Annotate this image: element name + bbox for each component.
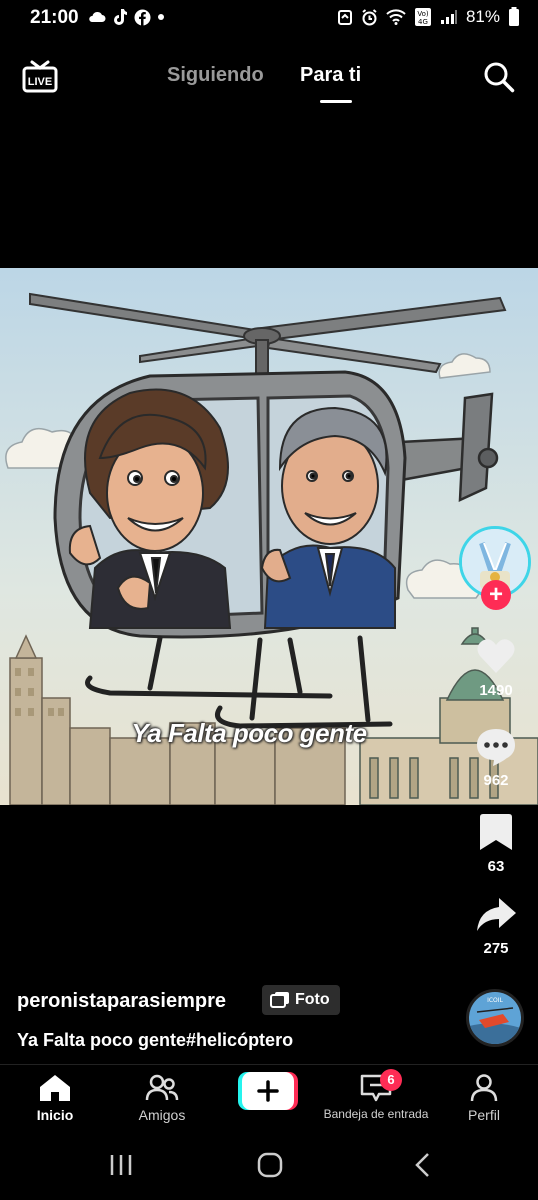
active-tab-indicator — [320, 100, 352, 103]
live-label: LIVE — [28, 76, 52, 88]
home-icon — [40, 1075, 70, 1101]
heart-icon[interactable] — [474, 634, 518, 678]
photo-carousel-icon — [270, 992, 289, 1008]
nav-inbox-label: Bandeja de entrada — [323, 1107, 429, 1121]
status-time: 21:00 — [30, 7, 79, 28]
tab-for-you[interactable]: Para ti — [300, 64, 361, 87]
facebook-notification-icon — [134, 9, 151, 26]
share-icon[interactable] — [474, 892, 518, 936]
recent-apps-icon[interactable] — [110, 1155, 132, 1175]
comment-action[interactable]: 962 — [461, 724, 531, 789]
alarm-icon — [362, 8, 377, 25]
nav-home-label: Inicio — [36, 1107, 74, 1123]
dot-icon — [158, 14, 164, 20]
create-post-button[interactable] — [238, 1072, 298, 1110]
nav-home[interactable]: Inicio — [0, 1073, 110, 1123]
status-bar: 21:00 Vo) 4G 81% — [0, 0, 538, 36]
top-navigation: LIVE Siguiendo Para ti — [0, 56, 538, 106]
nav-profile-label: Perfil — [468, 1107, 500, 1123]
photo-type-label: Foto — [295, 991, 330, 1008]
sound-disc[interactable]: ICOIL — [466, 989, 524, 1047]
image-overlay-text: Ya Falta poco gente — [131, 718, 367, 748]
live-icon[interactable]: LIVE — [22, 60, 58, 94]
bookmark-icon[interactable] — [474, 810, 518, 854]
comment-icon[interactable] — [474, 724, 518, 768]
share-action[interactable]: 275 — [461, 892, 531, 957]
follow-button[interactable]: + — [481, 580, 511, 610]
like-count: 1490 — [479, 682, 513, 699]
signal-icon — [440, 10, 457, 24]
like-action[interactable]: 1490 — [461, 634, 531, 699]
post-description[interactable]: Ya Falta poco gente#helicóptero — [17, 1030, 293, 1051]
post-username[interactable]: peronistaparasiempre — [17, 990, 226, 1013]
nav-inbox[interactable]: 6 Bandeja de entrada — [321, 1069, 431, 1121]
data-saver-icon — [337, 10, 352, 25]
share-count: 275 — [483, 940, 509, 957]
battery-percent: 81% — [465, 7, 500, 26]
inbox-badge: 6 — [380, 1069, 402, 1091]
profile-icon — [470, 1074, 498, 1102]
svg-text:4G: 4G — [418, 18, 428, 26]
system-navigation-bar — [0, 1135, 538, 1200]
svg-text:ICOIL: ICOIL — [487, 997, 503, 1004]
friends-icon — [145, 1074, 179, 1101]
battery-icon — [509, 7, 519, 26]
save-action[interactable]: 63 — [461, 810, 531, 875]
home-system-icon[interactable] — [257, 1152, 283, 1178]
nav-friends[interactable]: Amigos — [107, 1073, 217, 1123]
back-icon[interactable] — [415, 1153, 429, 1177]
save-count: 63 — [487, 858, 505, 875]
nav-profile[interactable]: Perfil — [429, 1073, 538, 1123]
wifi-icon — [386, 9, 406, 25]
nav-friends-label: Amigos — [138, 1107, 186, 1123]
search-icon[interactable] — [482, 60, 516, 94]
comment-count: 962 — [483, 772, 509, 789]
volte-icon: Vo)4G — [414, 8, 431, 26]
tab-following[interactable]: Siguiendo — [167, 64, 264, 87]
tiktok-notification-icon — [114, 9, 127, 25]
photo-type-badge[interactable]: Foto — [262, 985, 340, 1015]
svg-text:Vo): Vo) — [417, 10, 429, 18]
cloud-icon — [89, 11, 106, 22]
